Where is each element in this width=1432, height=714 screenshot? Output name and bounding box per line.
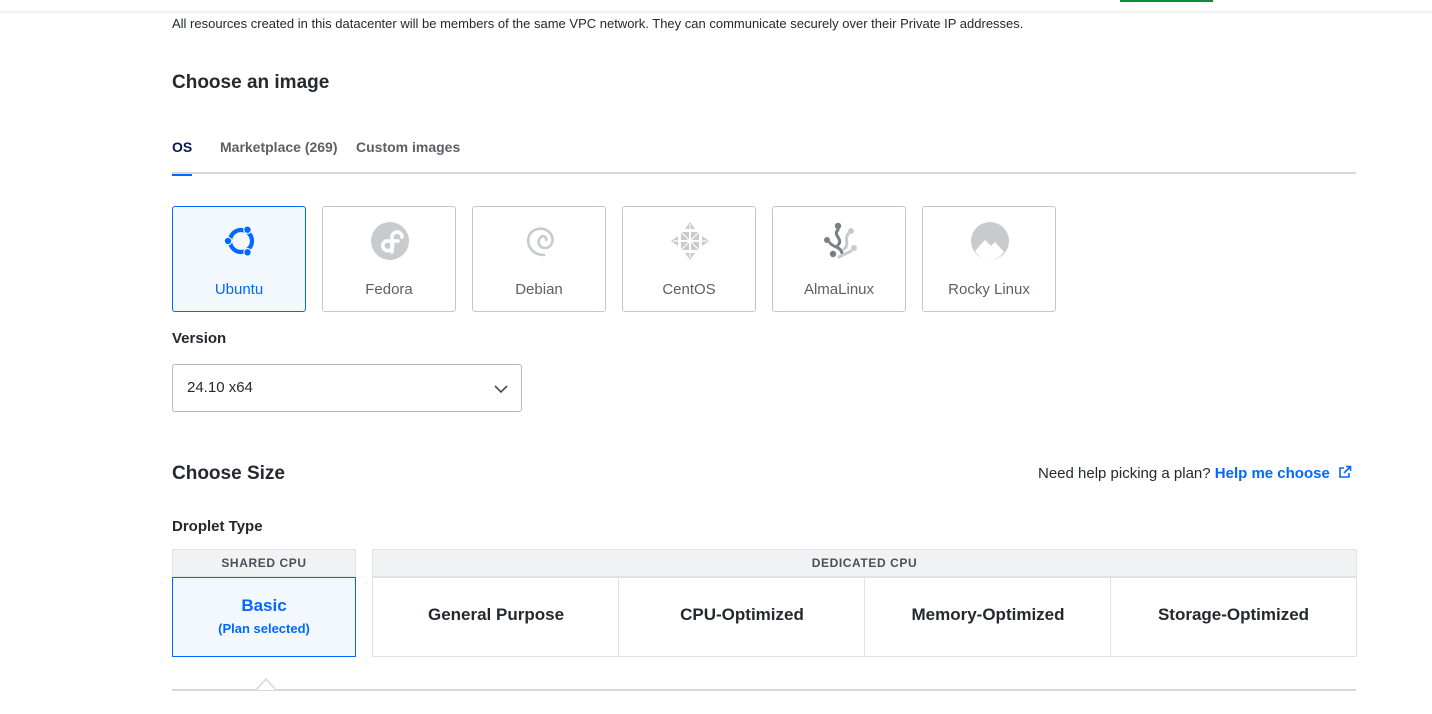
plan-general-purpose[interactable]: General Purpose xyxy=(372,577,619,657)
top-bar-green-accent xyxy=(1120,0,1213,2)
choose-image-heading: Choose an image xyxy=(172,72,330,93)
os-card-fedora[interactable]: Fedora xyxy=(322,206,456,312)
help-picking-plan: Need help picking a plan? Help me choose xyxy=(1038,465,1352,482)
plan-label: CPU-Optimized xyxy=(680,605,804,624)
os-card-centos[interactable]: CentOS xyxy=(622,206,756,312)
plan-cpu-optimized[interactable]: CPU-Optimized xyxy=(618,577,865,657)
os-label: Debian xyxy=(515,281,563,298)
plan-basic-label: Basic xyxy=(241,596,287,615)
os-label: Ubuntu xyxy=(214,281,264,298)
tab-custom-images[interactable]: Custom images xyxy=(356,138,460,174)
version-value: 24.10 x64 xyxy=(187,379,253,396)
plan-basic[interactable]: Basic (Plan selected) xyxy=(172,577,356,657)
os-card-ubuntu[interactable]: Ubuntu xyxy=(172,206,306,312)
plan-selected-note: (Plan selected) xyxy=(218,621,310,636)
plan-storage-optimized[interactable]: Storage-Optimized xyxy=(1110,577,1357,657)
section-divider xyxy=(172,689,1356,691)
almalinux-icon xyxy=(824,222,857,259)
plan-label: General Purpose xyxy=(427,605,565,624)
os-label: CentOS xyxy=(662,281,716,298)
choose-size-heading: Choose Size xyxy=(172,463,285,484)
top-bar xyxy=(0,0,1432,12)
dedicated-cpu-header: DEDICATED CPU xyxy=(372,549,1357,577)
external-link-icon xyxy=(1339,465,1352,478)
version-select[interactable]: 24.10 x64 xyxy=(172,364,522,412)
plan-label: Storage-Optimized xyxy=(1157,605,1310,624)
vpc-note: All resources created in this datacenter… xyxy=(172,16,1024,31)
os-label: Rocky Linux xyxy=(948,281,1030,298)
plan-label: Memory-Optimized xyxy=(911,605,1065,624)
selection-pointer-icon xyxy=(256,678,276,690)
centos-icon xyxy=(671,222,709,260)
os-card-debian[interactable]: Debian xyxy=(472,206,606,312)
fedora-icon xyxy=(371,222,409,260)
help-prompt: Need help picking a plan? xyxy=(1037,465,1211,482)
shared-cpu-header: SHARED CPU xyxy=(172,549,356,577)
help-link-label: Help me choose xyxy=(1214,465,1330,482)
ubuntu-icon xyxy=(223,225,255,257)
image-tabs: OS Marketplace (269) Custom images xyxy=(172,138,1356,176)
plan-memory-optimized[interactable]: Memory-Optimized xyxy=(864,577,1111,657)
help-me-choose-link[interactable]: Help me choose xyxy=(1215,465,1352,482)
rocky-linux-icon xyxy=(971,222,1009,260)
chevron-down-icon xyxy=(494,385,508,394)
droplet-type-label: Droplet Type xyxy=(172,518,263,535)
os-label: AlmaLinux xyxy=(803,281,875,298)
os-card-rocky-linux[interactable]: Rocky Linux xyxy=(922,206,1056,312)
os-label: Fedora xyxy=(365,281,413,298)
debian-icon xyxy=(526,227,554,257)
tab-os[interactable]: OS xyxy=(172,138,193,176)
os-card-almalinux[interactable]: AlmaLinux xyxy=(772,206,906,312)
version-label: Version xyxy=(172,330,227,347)
tab-marketplace[interactable]: Marketplace (269) xyxy=(220,138,338,174)
